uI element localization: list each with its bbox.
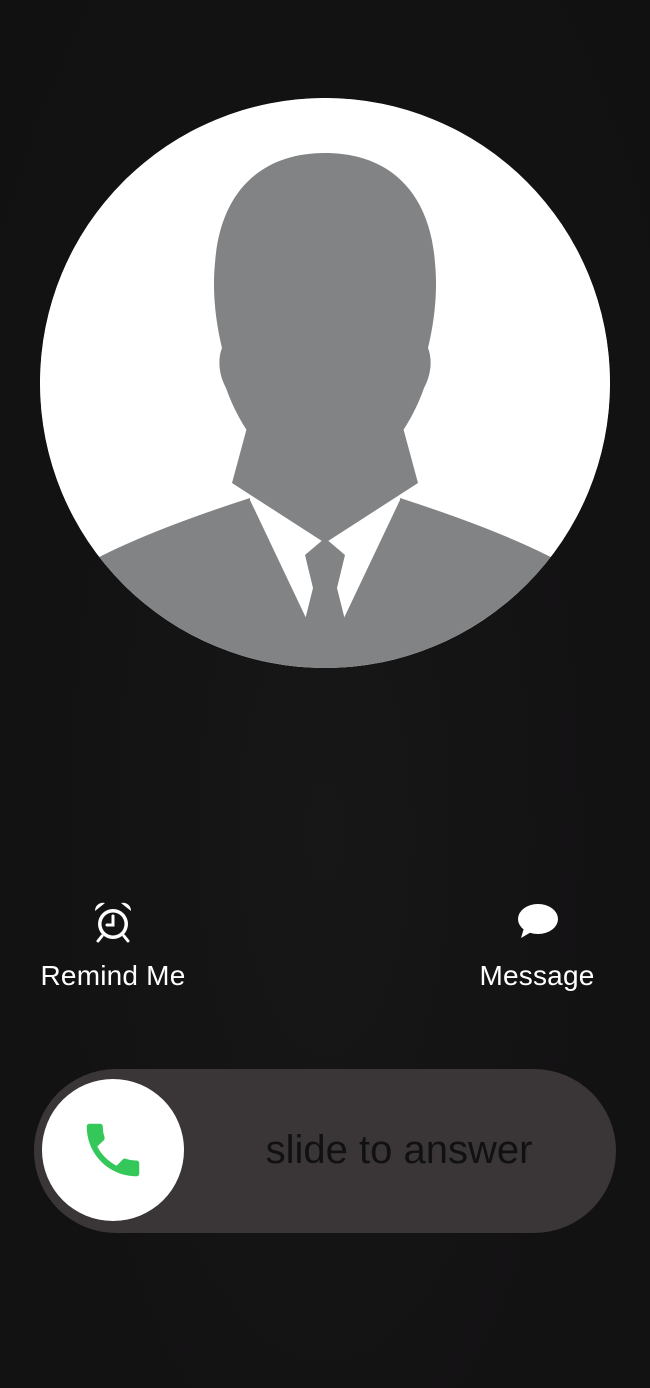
message-label: Message [479, 960, 595, 991]
message-button[interactable]: Message [437, 900, 637, 992]
speech-bubble-icon [518, 904, 558, 938]
remind-me-label: Remind Me [40, 960, 186, 991]
slide-to-answer-track[interactable]: slide to answer [34, 1069, 616, 1233]
caller-avatar [40, 98, 610, 668]
remind-me-button[interactable]: Remind Me [13, 900, 213, 992]
person-silhouette-icon [40, 98, 610, 668]
phone-icon [86, 1123, 140, 1177]
incoming-call-screen: Remind Me Message slide to answer [0, 0, 650, 1388]
alarm-clock-icon [94, 902, 132, 943]
slide-to-answer-label: slide to answer [265, 1128, 533, 1172]
answer-knob[interactable] [42, 1079, 184, 1221]
